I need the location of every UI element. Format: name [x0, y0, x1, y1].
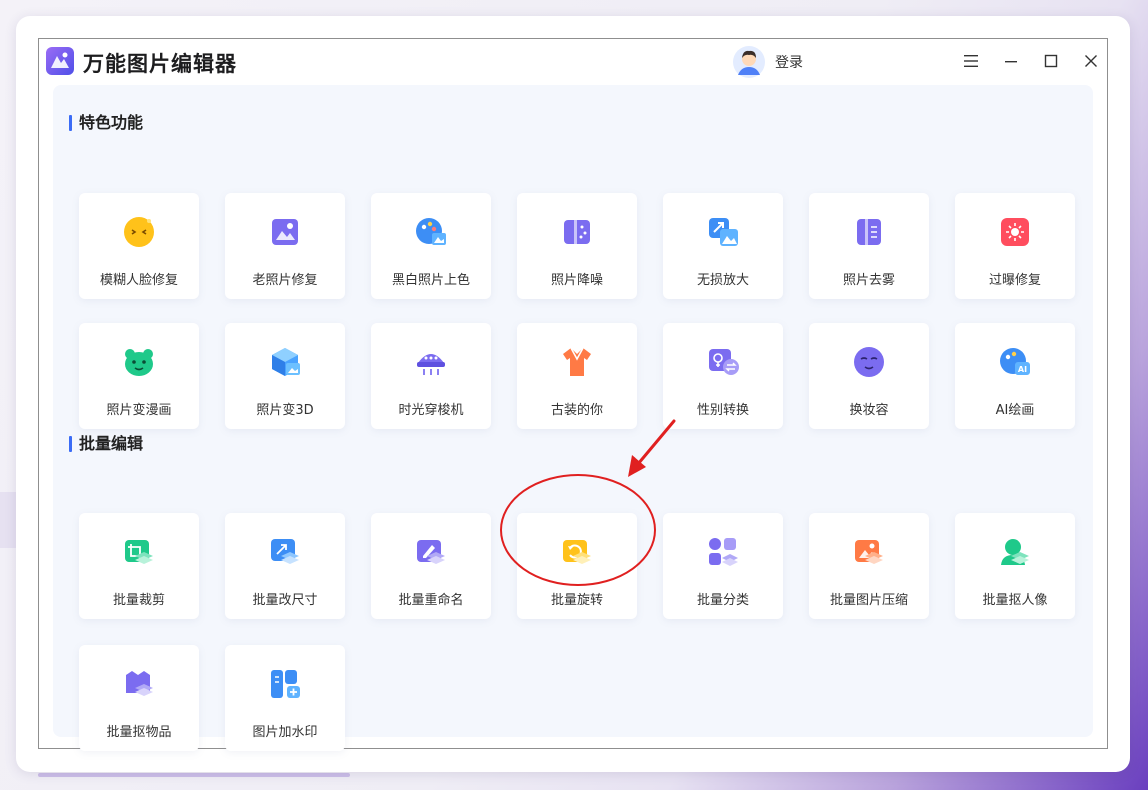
rename-icon [417, 540, 445, 564]
tool-tile-palette[interactable]: 黑白照片上色 [371, 193, 491, 299]
tool-tile-label: 批量裁剪 [112, 593, 165, 608]
tool-tile-time-machine[interactable]: 时光穿梭机 [371, 323, 491, 429]
app-title: 万能图片编辑器 [83, 52, 237, 76]
tool-tile-makeup[interactable]: 换妆容 [809, 323, 929, 429]
cube-3d-icon [272, 348, 300, 376]
section-title-batch: 批量编辑 [69, 435, 143, 453]
rotate-icon [563, 540, 591, 564]
maximize-button[interactable] [1039, 49, 1063, 73]
tool-tile-label: 批量改尺寸 [252, 593, 318, 608]
minimize-button[interactable] [999, 49, 1023, 73]
tool-tile-label: 批量图片压缩 [829, 593, 908, 608]
ai-paint-icon: AI [1000, 348, 1030, 375]
overexposure-icon [1001, 218, 1029, 246]
tool-tile-denoise[interactable]: 照片降噪 [517, 193, 637, 299]
time-machine-icon [417, 354, 445, 375]
app-logo-icon [46, 47, 74, 75]
tool-tile-label: 照片变3D [256, 403, 314, 418]
tool-tile-label: 批量重命名 [398, 593, 464, 608]
resize-icon [271, 539, 299, 564]
tool-tile-crop[interactable]: 批量裁剪 [79, 513, 199, 619]
background-line [38, 773, 350, 777]
tool-tile-rotate[interactable]: 批量旋转 [517, 513, 637, 619]
tool-tile-label: 古装的你 [550, 403, 603, 418]
close-icon [1085, 55, 1097, 67]
tool-tile-blur-face[interactable]: 模糊人脸修复 [79, 193, 199, 299]
tool-tile-label: 批量分类 [696, 593, 749, 608]
tool-tile-label: 批量抠物品 [106, 725, 172, 740]
tool-tile-label: 无损放大 [696, 273, 749, 288]
tool-tile-label: 黑白照片上色 [391, 273, 470, 288]
tool-tile-enlarge[interactable]: 无损放大 [663, 193, 783, 299]
tool-tile-classify[interactable]: 批量分类 [663, 513, 783, 619]
blur-face-icon [124, 217, 154, 247]
svg-text:AI: AI [1018, 365, 1027, 374]
tool-tile-object-cutout[interactable]: 批量抠物品 [79, 645, 199, 751]
tool-tile-label: 照片去雾 [842, 273, 895, 288]
tool-tile-overexposure[interactable]: 过曝修复 [955, 193, 1075, 299]
gender-swap-icon [709, 349, 739, 375]
crop-icon [125, 540, 153, 564]
tool-tile-label: AI绘画 [995, 403, 1035, 418]
costume-icon [563, 347, 591, 376]
login-button[interactable]: 登录 [733, 45, 803, 79]
app-window: 万能图片编辑器 登录 特色功能 模糊人脸修复 老照片修复 黑白照片上色 照片降噪… [38, 38, 1108, 751]
tool-tile-label: 老照片修复 [252, 273, 318, 288]
watermark-icon [271, 670, 300, 698]
tool-tile-rename[interactable]: 批量重命名 [371, 513, 491, 619]
tool-tile-dehaze[interactable]: 照片去雾 [809, 193, 929, 299]
portrait-cutout-icon [1001, 539, 1029, 565]
main-content: 特色功能 模糊人脸修复 老照片修复 黑白照片上色 照片降噪 无损放大 照片去雾 过曝修复照片… [53, 85, 1093, 751]
tool-tile-resize[interactable]: 批量改尺寸 [225, 513, 345, 619]
tool-tile-portrait-cutout[interactable]: 批量抠人像 [955, 513, 1075, 619]
tool-tile-compress[interactable]: 批量图片压缩 [809, 513, 929, 619]
tool-tile-watermark[interactable]: 图片加水印 [225, 645, 345, 751]
compress-icon [855, 540, 883, 564]
tool-tile-ai-paint[interactable]: AI AI绘画 [955, 323, 1075, 429]
maximize-icon [1044, 54, 1058, 68]
tool-tile-label: 性别转换 [696, 403, 749, 418]
tool-tile-label: 图片加水印 [252, 725, 318, 740]
tool-tile-label: 批量抠人像 [982, 593, 1048, 608]
makeup-icon [854, 347, 884, 377]
tool-tile-label: 时光穿梭机 [398, 403, 464, 418]
old-photo-icon [272, 219, 298, 245]
cartoon-icon [125, 349, 153, 376]
tool-tile-label: 模糊人脸修复 [99, 273, 178, 288]
login-label: 登录 [775, 55, 803, 71]
tool-tile-label: 照片变漫画 [106, 403, 172, 418]
menu-button[interactable] [959, 49, 983, 73]
tool-tile-label: 过曝修复 [988, 273, 1041, 288]
dehaze-icon [857, 219, 881, 245]
classify-icon [709, 538, 738, 566]
tool-tile-old-photo[interactable]: 老照片修复 [225, 193, 345, 299]
enlarge-icon [709, 218, 738, 246]
tool-tile-gender-swap[interactable]: 性别转换 [663, 323, 783, 429]
tool-tile-label: 批量旋转 [550, 593, 603, 608]
tool-tile-label: 换妆容 [849, 403, 889, 418]
avatar-icon [733, 46, 765, 78]
section-title-features: 特色功能 [69, 114, 143, 132]
object-cutout-icon [126, 671, 153, 696]
tool-tile-cube-3d[interactable]: 照片变3D [225, 323, 345, 429]
tool-tile-costume[interactable]: 古装的你 [517, 323, 637, 429]
tool-tile-label: 照片降噪 [550, 273, 603, 288]
tool-tile-cartoon[interactable]: 照片变漫画 [79, 323, 199, 429]
title-bar: 万能图片编辑器 登录 [39, 39, 1107, 85]
close-button[interactable] [1079, 49, 1103, 73]
palette-icon [416, 218, 446, 245]
menu-icon [964, 55, 978, 67]
minimize-icon [1005, 61, 1017, 63]
denoise-icon [564, 220, 590, 244]
